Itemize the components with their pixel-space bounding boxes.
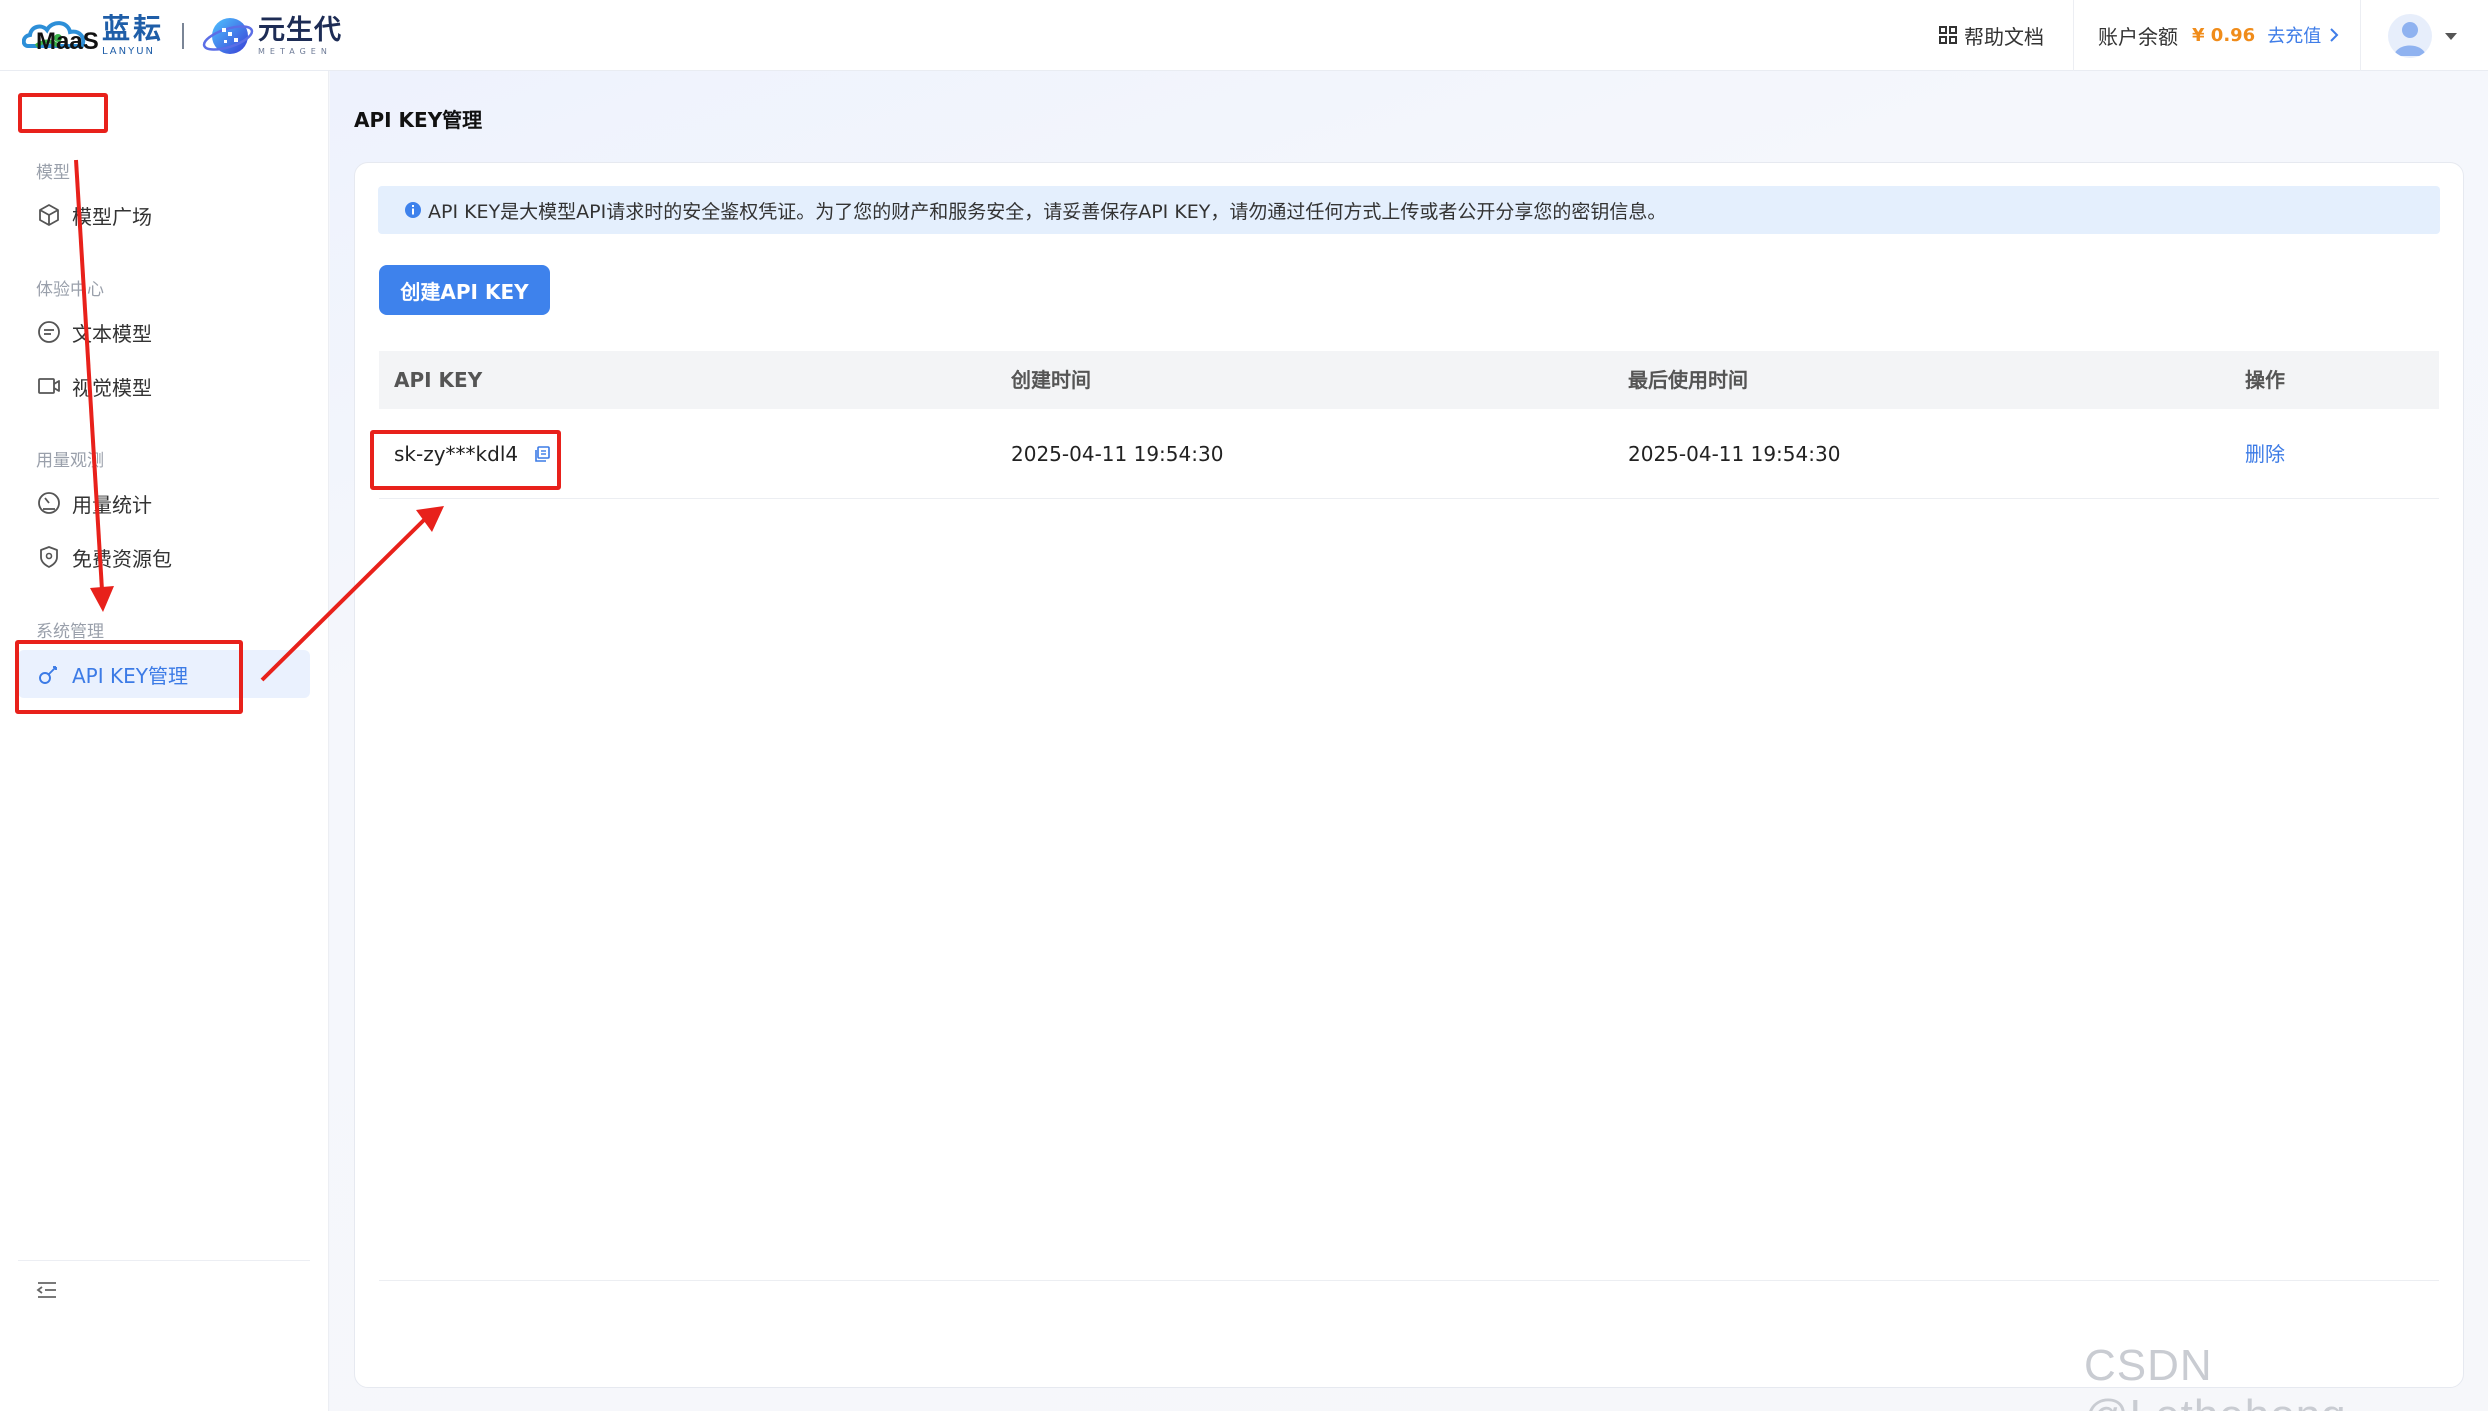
sidebar-item-label: 视觉模型 bbox=[72, 375, 152, 400]
brand-divider bbox=[182, 23, 185, 49]
sidebar-divider bbox=[18, 1260, 310, 1261]
delete-link[interactable]: 删除 bbox=[2245, 409, 2285, 499]
help-docs-link[interactable]: 帮助文档 bbox=[1938, 18, 2044, 52]
content-card bbox=[354, 162, 2464, 1388]
chevron-right-icon bbox=[2330, 28, 2339, 42]
sidebar-item-label: 用量统计 bbox=[72, 492, 152, 517]
column-header-created: 创建时间 bbox=[1011, 368, 1091, 392]
avatar[interactable] bbox=[2388, 14, 2432, 58]
sidebar-title: MaaS bbox=[36, 28, 99, 55]
account-balance: 账户余额 ¥ 0.96 去充值 bbox=[2098, 18, 2339, 52]
balance-amount: ¥ 0.96 bbox=[2192, 24, 2256, 46]
metagen-name: 元生代 bbox=[258, 14, 343, 46]
cell-created-time: 2025-04-11 19:54:30 bbox=[1011, 442, 1224, 466]
sidebar-item-label: 模型广场 bbox=[72, 204, 152, 229]
metagen-logo: 元生代 METAGEN bbox=[202, 12, 342, 60]
lanyun-name: 蓝耘 bbox=[102, 12, 165, 45]
sidebar-group-system: 系统管理 bbox=[36, 622, 104, 642]
help-docs-label: 帮助文档 bbox=[1964, 24, 2044, 49]
column-header-api-key: API KEY bbox=[394, 368, 483, 392]
create-api-key-button[interactable]: 创建API KEY bbox=[379, 265, 550, 315]
sidebar bbox=[0, 71, 329, 1411]
sidebar-group-models: 模型 bbox=[36, 163, 70, 183]
chat-icon bbox=[38, 321, 60, 343]
user-avatar-icon bbox=[2394, 22, 2426, 56]
sidebar-group-experience: 体验中心 bbox=[36, 280, 104, 300]
annotation-box-api-key-menu bbox=[15, 640, 243, 714]
header-divider bbox=[2073, 0, 2074, 71]
gauge-icon bbox=[38, 492, 60, 514]
sidebar-item-free-package[interactable]: 免费资源包 bbox=[18, 533, 310, 581]
table-header: API KEY 创建时间 最后使用时间 操作 bbox=[379, 351, 2439, 409]
balance-label: 账户余额 bbox=[2098, 24, 2178, 49]
notice-text: API KEY是大模型API请求时的安全鉴权凭证。为了您的财产和服务安全，请妥善… bbox=[428, 200, 1667, 223]
user-menu[interactable] bbox=[2388, 14, 2458, 58]
table-row: sk-zy***kdl4 2025-04-11 19:54:30 2025-04… bbox=[379, 409, 2439, 499]
watermark: CSDN @Lethehong bbox=[2084, 1341, 2346, 1411]
metagen-name-en: METAGEN bbox=[258, 46, 332, 56]
lanyun-name-en: LANYUN bbox=[102, 46, 156, 57]
info-icon bbox=[405, 202, 421, 218]
table-footer-divider bbox=[379, 1280, 2439, 1281]
caret-down-icon[interactable] bbox=[2444, 31, 2458, 41]
sidebar-item-vision-model[interactable]: 视觉模型 bbox=[18, 362, 310, 410]
annotation-box-maas bbox=[18, 93, 108, 133]
grid-icon bbox=[1939, 26, 1957, 44]
header-divider bbox=[2360, 0, 2361, 71]
video-icon bbox=[38, 378, 60, 394]
sidebar-group-usage: 用量观测 bbox=[36, 451, 104, 471]
sidebar-item-label: 文本模型 bbox=[72, 321, 152, 346]
recharge-label: 去充值 bbox=[2267, 26, 2322, 47]
security-notice: API KEY是大模型API请求时的安全鉴权凭证。为了您的财产和服务安全，请妥善… bbox=[378, 186, 2440, 234]
shield-location-icon bbox=[40, 546, 58, 568]
recharge-link[interactable]: 去充值 bbox=[2267, 22, 2339, 48]
annotation-box-api-key-value bbox=[370, 430, 561, 490]
column-header-actions: 操作 bbox=[2245, 368, 2285, 392]
cube-icon bbox=[39, 204, 59, 226]
globe-logo-icon bbox=[202, 18, 254, 54]
sidebar-item-label: 免费资源包 bbox=[72, 546, 172, 571]
sidebar-item-text-model[interactable]: 文本模型 bbox=[18, 308, 310, 356]
page-title: API KEY管理 bbox=[354, 108, 483, 132]
cell-last-used-time: 2025-04-11 19:54:30 bbox=[1628, 442, 1841, 466]
column-header-last-used: 最后使用时间 bbox=[1628, 368, 1748, 392]
sidebar-item-model-square[interactable]: 模型广场 bbox=[18, 191, 310, 239]
top-header: 蓝耘 LANYUN 元生代 METAGEN 帮助文档 账户余额 ¥ 0.96 去… bbox=[0, 0, 2488, 71]
collapse-sidebar-icon[interactable] bbox=[34, 1277, 60, 1303]
sidebar-item-usage-stats[interactable]: 用量统计 bbox=[18, 479, 310, 527]
